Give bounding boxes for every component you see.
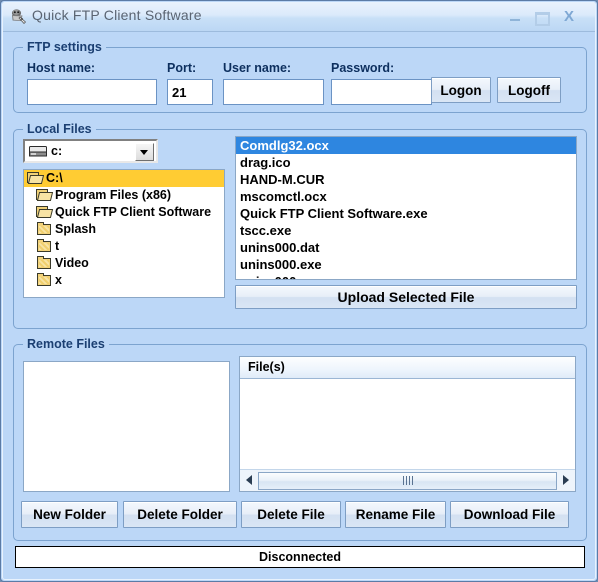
- chevron-down-icon[interactable]: [135, 143, 154, 161]
- folder-tree-item-label: Splash: [55, 222, 96, 236]
- new-folder-button[interactable]: New Folder: [21, 501, 118, 528]
- delete-folder-button[interactable]: Delete Folder: [123, 501, 237, 528]
- folder-tree-item[interactable]: Splash: [24, 221, 224, 238]
- file-list-item[interactable]: unins000.exe: [236, 256, 576, 273]
- upload-selected-file-button[interactable]: Upload Selected File: [235, 285, 577, 309]
- title-bar[interactable]: Quick FTP Client Software X: [2, 2, 596, 32]
- file-list-item[interactable]: Comdlg32.ocx: [236, 137, 576, 154]
- logon-button[interactable]: Logon: [431, 77, 491, 103]
- folder-tree-item[interactable]: x: [24, 272, 224, 289]
- remote-file-list-panel[interactable]: File(s): [239, 356, 576, 492]
- file-list-item[interactable]: mscomctl.ocx: [236, 188, 576, 205]
- remote-files-column-header-label: File(s): [248, 360, 285, 374]
- folder-tree-item-label: Program Files (x86): [55, 188, 172, 202]
- password-label: Password:: [331, 61, 395, 75]
- close-button[interactable]: X: [558, 7, 580, 26]
- delete-file-button[interactable]: Delete File: [241, 501, 341, 528]
- application-window: Quick FTP Client Software X FTP settings…: [0, 0, 598, 582]
- drive-select-value: c:: [51, 144, 63, 158]
- folder-tree-item-label: Quick FTP Client Software: [55, 205, 212, 219]
- host-name-input[interactable]: [27, 79, 157, 105]
- scroll-left-arrow-icon[interactable]: [241, 470, 257, 490]
- folder-icon: [36, 273, 53, 287]
- local-files-legend: Local Files: [23, 122, 96, 136]
- file-list-item[interactable]: Quick FTP Client Software.exe: [236, 205, 576, 222]
- file-list-item[interactable]: HAND-M.CUR: [236, 171, 576, 188]
- user-name-label: User name:: [223, 61, 292, 75]
- status-bar: Disconnected: [15, 546, 585, 568]
- drive-select[interactable]: c:: [23, 139, 158, 163]
- folder-tree-item[interactable]: Program Files (x86): [24, 187, 224, 204]
- local-folder-tree[interactable]: C:\ Program Files (x86) Quick FTP Client S…: [23, 169, 225, 298]
- folder-tree-item[interactable]: C:\: [24, 170, 224, 187]
- folder-tree-item[interactable]: Quick FTP Client Software: [24, 204, 224, 221]
- remote-file-list[interactable]: [240, 379, 575, 469]
- password-input[interactable]: [331, 79, 432, 105]
- file-list-item[interactable]: tscc.exe: [236, 222, 576, 239]
- horizontal-scrollbar[interactable]: [240, 469, 575, 491]
- file-list-item[interactable]: unins000.msg: [236, 273, 576, 279]
- file-list-item[interactable]: unins000.dat: [236, 239, 576, 256]
- folder-icon: [36, 239, 53, 253]
- folder-tree-item-label: C:\: [46, 171, 63, 185]
- folder-tree-item[interactable]: t: [24, 238, 224, 255]
- remote-folder-list[interactable]: [23, 361, 230, 492]
- folder-open-icon: [27, 171, 45, 185]
- folder-tree-item[interactable]: Video: [24, 255, 224, 272]
- scrollbar-thumb[interactable]: [258, 472, 557, 490]
- scroll-right-arrow-icon[interactable]: [558, 470, 574, 490]
- folder-icon: [36, 222, 53, 236]
- local-file-list[interactable]: Comdlg32.ocx drag.ico HAND-M.CUR mscomctl.o…: [235, 136, 577, 280]
- window-title: Quick FTP Client Software: [32, 7, 202, 23]
- folder-open-icon: [36, 205, 54, 219]
- file-list-item[interactable]: drag.ico: [236, 154, 576, 171]
- remote-files-legend: Remote Files: [23, 337, 109, 351]
- remote-files-column-header: File(s): [240, 357, 575, 379]
- folder-tree-item-label: x: [55, 273, 62, 287]
- app-icon: [11, 9, 27, 25]
- minimize-button[interactable]: [504, 7, 526, 26]
- port-label: Port:: [167, 61, 197, 75]
- rename-file-button[interactable]: Rename File: [345, 501, 446, 528]
- folder-icon: [36, 256, 53, 270]
- folder-tree-item-label: Video: [55, 256, 89, 270]
- download-file-button[interactable]: Download File: [450, 501, 569, 528]
- logoff-button[interactable]: Logoff: [497, 77, 561, 103]
- host-name-label: Host name:: [27, 61, 96, 75]
- folder-open-icon: [36, 188, 54, 202]
- user-name-input[interactable]: [223, 79, 324, 105]
- drive-icon: [29, 146, 47, 157]
- port-input[interactable]: [167, 79, 213, 105]
- folder-tree-item-label: t: [55, 239, 60, 253]
- ftp-settings-legend: FTP settings: [23, 40, 106, 54]
- maximize-button[interactable]: [530, 7, 552, 26]
